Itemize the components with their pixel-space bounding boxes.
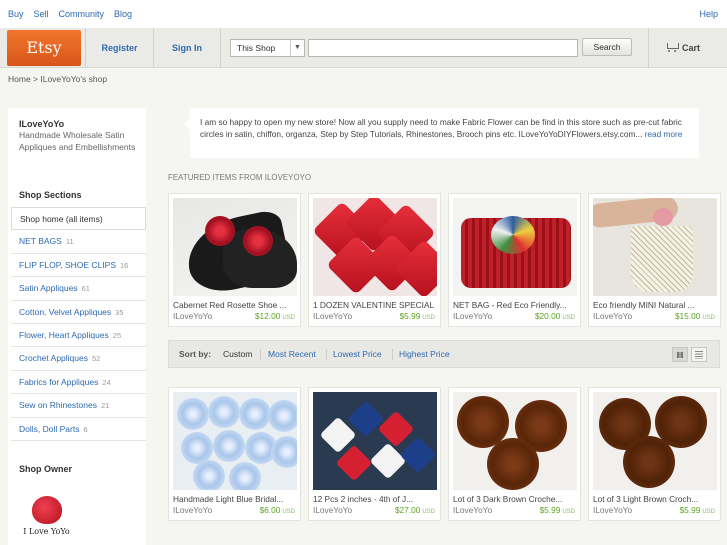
section-rhinestones[interactable]: Sew on Rhinestones 21 (11, 394, 146, 418)
sort-label: Sort by: (179, 349, 212, 359)
shop-sections-list: Shop home (all items) NET BAGS 11 FLIP FL… (11, 207, 146, 441)
item-seller[interactable]: ILoveYoYo (313, 505, 352, 515)
cart-label: Cart (682, 43, 701, 53)
search-input[interactable] (308, 39, 578, 57)
item-title[interactable]: Lot of 3 Dark Brown Croche... (453, 494, 577, 504)
item-title[interactable]: NET BAG - Red Eco Friendly... (453, 300, 577, 310)
search-scope-value: This Shop (237, 43, 276, 53)
section-cotton-velvet[interactable]: Cotton, Velvet Appliques 35 (11, 301, 146, 324)
site-header: Etsy Register Sign In This Shop ▼ Search… (0, 28, 727, 68)
item-title[interactable]: Handmade Light Blue Bridal... (173, 494, 297, 504)
sort-divider (260, 349, 261, 360)
section-net-bags[interactable]: NET BAGS 11 (11, 230, 146, 254)
item-price: $15.00 USD (674, 311, 715, 321)
item-image[interactable] (313, 392, 437, 490)
shop-sidebar: ILoveYoYo Handmade Wholesale Satin Appli… (8, 108, 146, 545)
sort-most-recent[interactable]: Most Recent (268, 349, 316, 359)
etsy-logo[interactable]: Etsy (7, 30, 81, 66)
cart-button[interactable]: Cart (648, 28, 727, 68)
item-price: $12.00 USD (254, 311, 295, 321)
shop-sections-heading: Shop Sections (19, 190, 82, 200)
item-price: $5.99 USD (399, 311, 435, 321)
shop-item-card[interactable]: 12 Pcs 2 inches - 4th of J... ILoveYoYo … (308, 387, 441, 521)
item-image[interactable] (453, 392, 577, 490)
item-image[interactable] (593, 392, 717, 490)
featured-item-card[interactable]: Cabernet Red Rosette Shoe ... ILoveYoYo … (168, 193, 301, 327)
section-flower-heart[interactable]: Flower, Heart Appliques 25 (11, 324, 146, 348)
sort-custom[interactable]: Custom (223, 349, 252, 359)
grid-view-button[interactable] (672, 347, 688, 362)
item-price: $5.99 USD (679, 505, 715, 515)
shop-announcement: I am so happy to open my new store! Now … (184, 108, 699, 158)
search-scope-select[interactable]: This Shop ▼ (230, 39, 305, 57)
read-more-link[interactable]: read more (645, 129, 683, 139)
section-satin-appliques[interactable]: Satin Appliques 61 (11, 277, 146, 301)
item-seller[interactable]: ILoveYoYo (593, 311, 632, 321)
sort-highest-price[interactable]: Highest Price (399, 349, 450, 359)
section-crochet[interactable]: Crochet Appliques 52 (11, 347, 146, 371)
featured-heading: FEATURED ITEMS FROM ILOVEYOYO (168, 173, 312, 182)
grid-icon (677, 352, 683, 358)
section-flip-flop[interactable]: FLIP FLOP, SHOE CLIPS 16 (11, 254, 146, 278)
header-divider (220, 28, 221, 68)
chevron-down-icon: ▼ (290, 40, 304, 56)
item-price: $27.00 USD (394, 505, 435, 515)
shop-item-card[interactable]: Lot of 3 Dark Brown Croche... ILoveYoYo … (448, 387, 581, 521)
featured-item-card[interactable]: NET BAG - Red Eco Friendly... ILoveYoYo … (448, 193, 581, 327)
item-title[interactable]: 12 Pcs 2 inches - 4th of J... (313, 494, 437, 504)
sort-divider (392, 349, 393, 360)
avatar-caption: I Love YoYo (23, 527, 70, 536)
nav-blog-link[interactable]: Blog (114, 9, 132, 19)
item-price: $6.00 USD (259, 505, 295, 515)
featured-item-card[interactable]: Eco friendly MINI Natural ... ILoveYoYo … (588, 193, 721, 327)
register-link[interactable]: Register (86, 28, 153, 68)
shop-name[interactable]: ILoveYoYo (19, 119, 64, 129)
cart-icon (665, 42, 679, 52)
list-icon (695, 351, 703, 359)
shop-tagline: Handmade Wholesale Satin Appliques and E… (19, 130, 136, 152)
shop-owner-heading: Shop Owner (19, 464, 73, 474)
item-title[interactable]: Lot of 3 Light Brown Croch... (593, 494, 717, 504)
heart-icon (32, 496, 62, 524)
search-button[interactable]: Search (582, 38, 632, 56)
sort-divider (326, 349, 327, 360)
nav-community-link[interactable]: Community (59, 9, 105, 19)
item-image[interactable] (173, 198, 297, 296)
item-title[interactable]: 1 DOZEN VALENTINE SPECIAL ... (313, 300, 437, 310)
item-seller[interactable]: ILoveYoYo (453, 505, 492, 515)
announcement-text: I am so happy to open my new store! Now … (200, 117, 682, 139)
shop-item-card[interactable]: Handmade Light Blue Bridal... ILoveYoYo … (168, 387, 301, 521)
item-image[interactable] (453, 198, 577, 296)
item-title[interactable]: Eco friendly MINI Natural ... (593, 300, 717, 310)
shop-item-card[interactable]: Lot of 3 Light Brown Croch... ILoveYoYo … (588, 387, 721, 521)
item-image[interactable] (593, 198, 717, 296)
item-seller[interactable]: ILoveYoYo (173, 505, 212, 515)
item-price: $5.99 USD (539, 505, 575, 515)
item-title[interactable]: Cabernet Red Rosette Shoe ... (173, 300, 297, 310)
nav-sell-link[interactable]: Sell (34, 9, 49, 19)
featured-item-card[interactable]: 1 DOZEN VALENTINE SPECIAL ... ILoveYoYo … (308, 193, 441, 327)
nav-buy-link[interactable]: Buy (8, 9, 24, 19)
item-seller[interactable]: ILoveYoYo (173, 311, 212, 321)
sort-bar: Sort by: Custom Most Recent Lowest Price… (168, 340, 720, 368)
item-seller[interactable]: ILoveYoYo (453, 311, 492, 321)
shop-owner-avatar[interactable]: I Love YoYo (19, 486, 74, 545)
section-fabrics[interactable]: Fabrics for Appliques 24 (11, 371, 146, 395)
section-shop-home[interactable]: Shop home (all items) (11, 207, 146, 231)
top-nav: Buy Sell Community Blog (8, 9, 132, 19)
sort-lowest-price[interactable]: Lowest Price (333, 349, 382, 359)
top-utility-bar: Buy Sell Community Blog Help (0, 0, 727, 28)
list-view-button[interactable] (691, 347, 707, 362)
item-seller[interactable]: ILoveYoYo (593, 505, 632, 515)
item-price: $20.00 USD (534, 311, 575, 321)
item-image[interactable] (173, 392, 297, 490)
section-dolls[interactable]: Dolls, Doll Parts 6 (11, 418, 146, 441)
sign-in-link[interactable]: Sign In (154, 28, 220, 68)
help-link[interactable]: Help (699, 9, 718, 19)
item-seller[interactable]: ILoveYoYo (313, 311, 352, 321)
breadcrumb[interactable]: Home > ILoveYoYo's shop (8, 74, 107, 84)
item-image[interactable] (313, 198, 437, 296)
